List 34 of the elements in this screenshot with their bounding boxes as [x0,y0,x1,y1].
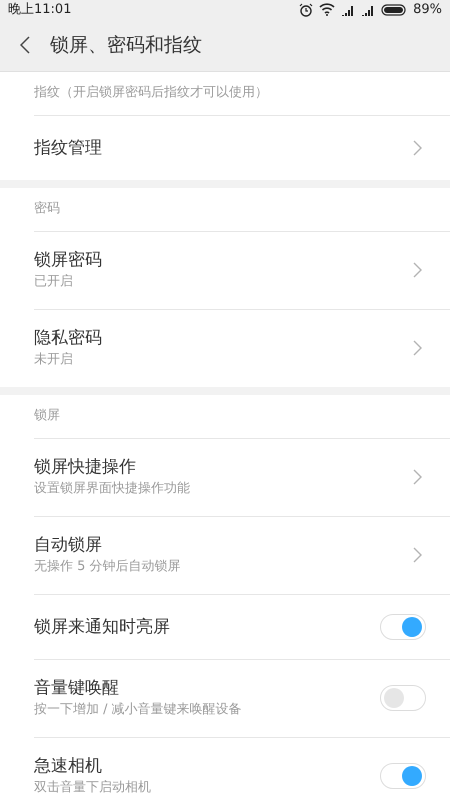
signal-icon [361,4,376,16]
row-title: 自动锁屏 [34,534,103,557]
section-header: 锁屏 [34,407,60,426]
status-time: 晚上11:01 [8,1,72,19]
section-header: 指纹（开启锁屏密码后指纹才可以使用） [34,84,268,102]
row-title: 指纹管理 [34,136,103,160]
chevron-icon [413,262,422,278]
chevron-icon [413,140,422,156]
chevron-icon [413,547,422,563]
row-title: 锁屏来通知时亮屏 [34,616,171,638]
back-icon [20,36,30,54]
row-title: 锁屏快捷操作 [34,456,137,479]
row-subtitle: 双击音量下启动相机 [34,779,152,797]
page-title: 锁屏、密码和指纹 [50,32,202,58]
row-title: 急速相机 [34,755,103,778]
chevron-icon [413,469,422,485]
section-header: 密码 [34,200,60,218]
row-subtitle: 无操作 5 分钟后自动锁屏 [34,558,182,576]
row-subtitle: 已开启 [34,273,74,291]
row-title: 隐私密码 [34,327,103,350]
battery-percent: 89% [413,1,442,19]
wifi-icon [319,3,336,16]
battery-icon [381,4,408,16]
row-subtitle: 设置锁屏界面快捷操作功能 [34,480,191,498]
toggle-switch[interactable] [380,614,426,640]
alarm-icon [299,2,314,17]
chevron-icon [413,340,422,356]
row-subtitle: 未开启 [34,351,74,369]
toggle-switch[interactable] [380,685,426,711]
row-subtitle: 按一下增加 / 减小音量键来唤醒设备 [34,701,243,719]
toggle-switch[interactable] [380,763,426,789]
signal-icon [341,4,356,16]
row-title: 音量键唤醒 [34,677,120,700]
row-title: 锁屏密码 [34,249,103,272]
